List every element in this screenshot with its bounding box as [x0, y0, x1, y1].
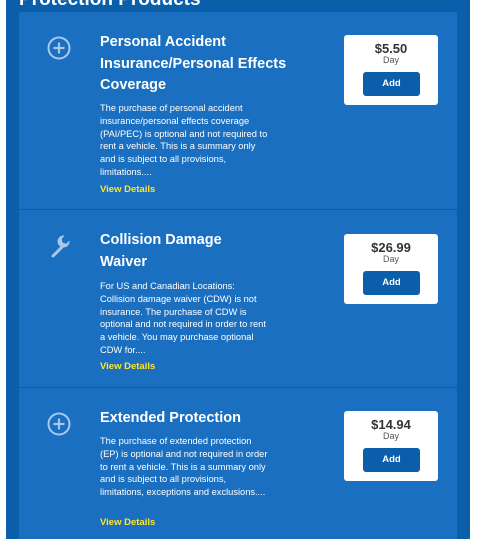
view-details-link[interactable]: View Details — [100, 184, 155, 196]
add-button[interactable]: Add — [363, 72, 420, 96]
price-period: Day — [382, 254, 399, 264]
product-description: The purchase of extended protection (EP)… — [100, 436, 268, 498]
product-title: Collision Damage Waiver — [100, 232, 222, 270]
product-card-ep: Extended Protection The purchase of exte… — [19, 388, 457, 539]
price-value: $5.50 — [374, 41, 408, 56]
add-button[interactable]: Add — [363, 271, 420, 295]
plus-circle-icon — [45, 34, 73, 62]
product-title: Extended Protection — [100, 410, 241, 426]
add-button[interactable]: Add — [363, 448, 420, 472]
product-description: The purchase of personal accident insura… — [100, 103, 268, 177]
product-card-cdw: Collision Damage Waiver For US and Canad… — [19, 210, 457, 388]
product-description: For US and Canadian Locations: Collision… — [100, 281, 266, 355]
protection-products-panel: Protection Products Personal Accident In… — [6, 0, 470, 539]
price-period: Day — [382, 431, 399, 441]
price-box: $14.94 Day Add — [344, 411, 438, 481]
product-title: Personal Accident Insurance/Personal Eff… — [100, 34, 287, 93]
price-box: $26.99 Day Add — [344, 234, 438, 304]
price-box: $5.50 Day Add — [344, 35, 438, 105]
price-value: $26.99 — [371, 240, 411, 255]
plus-circle-icon — [45, 410, 73, 438]
view-details-link[interactable]: View Details — [100, 361, 155, 373]
wrench-icon — [45, 232, 73, 260]
price-period: Day — [382, 55, 399, 65]
view-details-link[interactable]: View Details — [100, 517, 155, 529]
product-card-pai-pec: Personal Accident Insurance/Personal Eff… — [19, 12, 457, 210]
section-title: Protection Products — [19, 0, 201, 11]
price-value: $14.94 — [371, 417, 411, 432]
